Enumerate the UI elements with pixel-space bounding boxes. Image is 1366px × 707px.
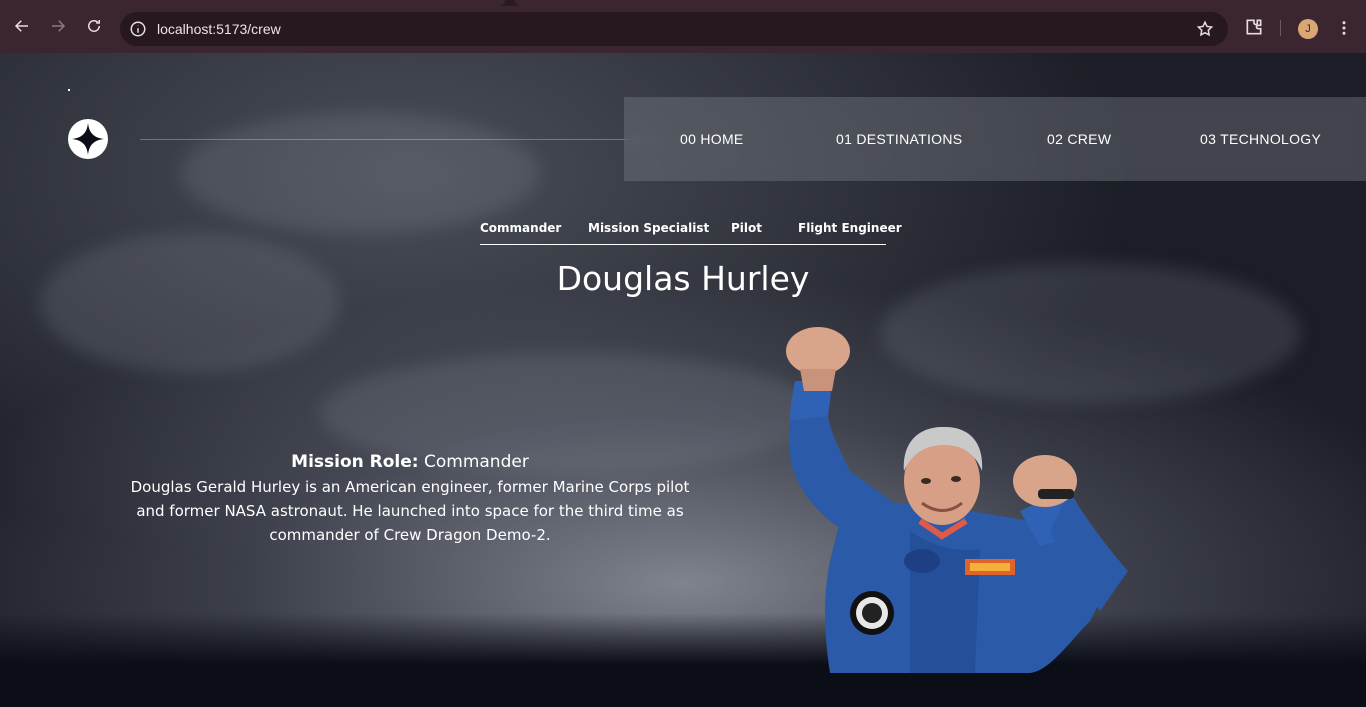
toolbar-divider <box>1280 20 1281 36</box>
site-logo[interactable] <box>68 119 108 159</box>
tab-commander[interactable]: Commander <box>480 221 561 235</box>
extensions-icon[interactable] <box>1244 17 1264 37</box>
mission-role-value: Commander <box>424 452 529 472</box>
mission-role-label: Mission Role: <box>291 452 419 472</box>
stray-dot <box>68 89 70 91</box>
profile-avatar[interactable]: J <box>1298 19 1318 39</box>
browser-toolbar: localhost:5173/crew J <box>0 0 1366 53</box>
crew-member-photo <box>786 327 1128 673</box>
bookmark-star-icon[interactable] <box>1196 20 1214 38</box>
nav-technology-link[interactable]: 03 TECHNOLOGY <box>1200 131 1321 147</box>
nav-crew-link[interactable]: 02 CREW <box>1047 131 1111 147</box>
nav-destinations-link[interactable]: 01 DESTINATIONS <box>836 131 962 147</box>
kebab-menu-icon[interactable] <box>1334 18 1354 38</box>
tab-edge <box>515 0 1366 6</box>
main-nav: 00 HOME 01 DESTINATIONS 02 CREW 03 TECHN… <box>624 97 1366 181</box>
tab-strip <box>0 0 1366 6</box>
crew-page: 00 HOME 01 DESTINATIONS 02 CREW 03 TECHN… <box>0 53 1366 707</box>
reload-icon <box>88 20 100 32</box>
url-text[interactable]: localhost:5173/crew <box>157 21 281 37</box>
star-logo-icon <box>72 123 104 155</box>
cloud-texture <box>40 233 340 373</box>
crew-description: Douglas Gerald Hurley is an American eng… <box>130 478 690 544</box>
space-gradient <box>0 613 1366 707</box>
tab-flight-engineer[interactable]: Flight Engineer <box>798 221 902 235</box>
arrow-left-icon <box>14 20 28 32</box>
crew-member-name: Douglas Hurley <box>556 259 810 298</box>
tab-pilot[interactable]: Pilot <box>731 221 762 235</box>
reload-button[interactable] <box>82 14 106 38</box>
tab-mission-specialist[interactable]: Mission Specialist <box>588 221 709 235</box>
tab-edge <box>0 0 505 6</box>
crew-bio: Mission Role: Commander Douglas Gerald H… <box>120 449 700 547</box>
forward-button[interactable] <box>46 14 70 38</box>
site-info-icon[interactable] <box>129 20 147 38</box>
address-bar[interactable]: localhost:5173/crew <box>120 12 1228 46</box>
crew-tabs: Commander Mission Specialist Pilot Fligh… <box>480 221 902 245</box>
cloud-texture <box>180 113 540 233</box>
nav-home-link[interactable]: 00 HOME <box>680 131 744 147</box>
header-divider <box>140 139 656 140</box>
back-button[interactable] <box>10 14 34 38</box>
mission-role: Mission Role: Commander <box>120 449 700 475</box>
arrow-right-icon <box>52 20 66 32</box>
